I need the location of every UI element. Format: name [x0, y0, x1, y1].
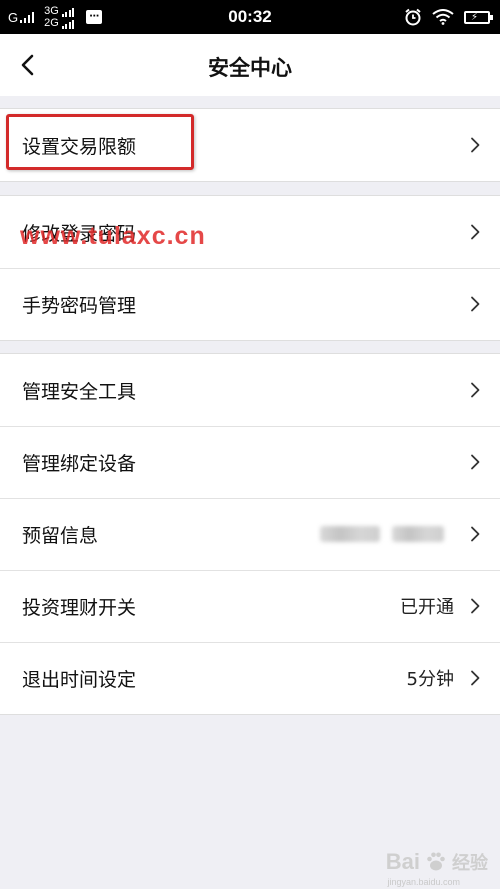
menu-item-value: 已开通	[400, 597, 454, 618]
chevron-right-icon	[471, 382, 480, 398]
chevron-right-icon	[471, 296, 480, 312]
baidu-logo-suffix: 经验	[452, 853, 488, 873]
menu-item-security-tools[interactable]: 管理安全工具	[0, 354, 500, 426]
baidu-logo-text: Bai	[385, 849, 420, 874]
battery-icon: ⚡	[464, 10, 493, 24]
baidu-logo: Bai 经验	[386, 849, 488, 875]
chevron-right-icon	[471, 598, 480, 614]
wifi-icon	[432, 9, 454, 25]
menu-item-logout-time[interactable]: 退出时间设定 5分钟	[0, 642, 500, 714]
menu-item-label: 设置交易限额	[22, 135, 137, 158]
settings-group-passwords: 修改登录密码 手势密码管理	[0, 195, 500, 341]
chevron-right-icon	[471, 670, 480, 686]
settings-group-limits: 设置交易限额	[0, 108, 500, 182]
menu-item-label: 管理绑定设备	[22, 452, 137, 475]
watermark: www.tulaxc.cn	[20, 222, 206, 250]
status-right: ⚡	[404, 6, 493, 28]
chevron-right-icon	[471, 224, 480, 240]
alarm-icon	[405, 8, 421, 26]
chevron-right-icon	[471, 454, 480, 470]
paw-icon	[427, 852, 445, 871]
menu-item-label: 投资理财开关	[22, 596, 137, 619]
blurred-value	[320, 526, 380, 542]
nav-bar: 安全中心	[0, 34, 500, 96]
blurred-value	[392, 526, 444, 542]
menu-item-label: 预留信息	[22, 524, 99, 547]
settings-group-security: 管理安全工具 管理绑定设备 预留信息 投资理财开关 已开通 退出时间设定 5分钟	[0, 353, 500, 715]
menu-item-transaction-limit[interactable]: 设置交易限额	[0, 109, 500, 181]
menu-item-bound-devices[interactable]: 管理绑定设备	[0, 426, 500, 498]
menu-item-label: 退出时间设定	[22, 668, 137, 691]
status-bar: G 3G 2G ⋯ 00:32 ⚡	[0, 0, 500, 34]
chevron-right-icon	[471, 137, 480, 153]
chevron-right-icon	[471, 526, 480, 542]
menu-item-label: 管理安全工具	[22, 380, 137, 403]
menu-item-value: 5分钟	[406, 669, 454, 690]
menu-item-gesture-password[interactable]: 手势密码管理	[0, 268, 500, 340]
menu-item-label: 手势密码管理	[22, 294, 137, 317]
menu-item-investment-switch[interactable]: 投资理财开关 已开通	[0, 570, 500, 642]
menu-item-reserved-info[interactable]: 预留信息	[0, 498, 500, 570]
baidu-url: jingyan.baidu.com	[387, 877, 460, 887]
page-title: 安全中心	[208, 56, 292, 80]
